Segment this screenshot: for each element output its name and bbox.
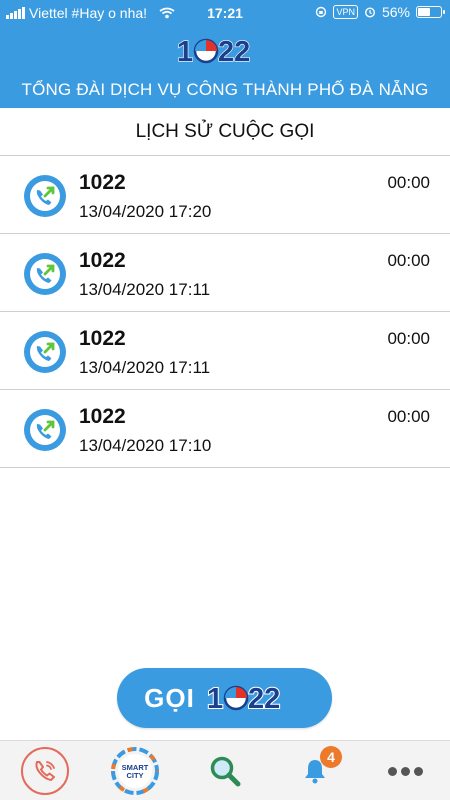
- call-history-item[interactable]: 1022 13/04/2020 17:11 00:00: [0, 312, 450, 390]
- call-timestamp: 13/04/2020 17:11: [79, 280, 211, 299]
- app-header: 1 22 TỔNG ĐÀI DỊCH VỤ CÔNG THÀNH PHỐ ĐÀ …: [0, 26, 450, 108]
- outgoing-call-icon: [24, 331, 66, 373]
- tab-more[interactable]: [375, 741, 435, 800]
- vpn-badge: VPN: [333, 5, 358, 19]
- header-title: TỔNG ĐÀI DỊCH VỤ CÔNG THÀNH PHỐ ĐÀ NẴNG: [21, 80, 429, 99]
- call-timestamp: 13/04/2020 17:20: [79, 202, 212, 221]
- notification-badge: 4: [320, 746, 342, 768]
- smart-city-icon: SMART CITY: [111, 747, 159, 795]
- call-number: 1022: [79, 249, 126, 272]
- call-number: 1022: [79, 327, 126, 350]
- alarm-icon: [364, 7, 375, 18]
- svg-text:22: 22: [218, 36, 250, 68]
- status-bar: Viettel #Hay o nha! 17:21 VPN 56%: [0, 0, 450, 26]
- status-right: VPN 56%: [315, 4, 445, 20]
- call-1022-button[interactable]: GỌI 1 22: [117, 668, 332, 728]
- call-duration: 00:00: [387, 173, 430, 192]
- call-number: 1022: [79, 171, 126, 194]
- call-button-logo: 1 22: [206, 682, 281, 715]
- page-title: LỊCH SỬ CUỘC GỌI: [0, 108, 450, 156]
- tab-notifications[interactable]: 4: [285, 741, 345, 800]
- call-timestamp: 13/04/2020 17:11: [79, 358, 211, 377]
- call-history-item[interactable]: 1022 13/04/2020 17:11 00:00: [0, 234, 450, 312]
- phone-icon: [35, 761, 55, 781]
- call-duration: 00:00: [387, 251, 430, 270]
- tab-phone[interactable]: [15, 741, 75, 800]
- call-history-list: 1022 13/04/2020 17:20 00:00 1022 13/04/2…: [0, 156, 450, 468]
- svg-text:1: 1: [177, 36, 193, 68]
- phone-tab-ring: [21, 747, 69, 795]
- call-duration: 00:00: [387, 329, 430, 348]
- outgoing-call-icon: [24, 175, 66, 217]
- bottom-tab-bar: SMART CITY 4: [0, 740, 450, 800]
- battery-icon: [416, 6, 445, 18]
- search-icon: [210, 756, 241, 787]
- call-number: 1022: [79, 405, 126, 428]
- rotation-lock-icon: [316, 6, 327, 18]
- logo-1022: 1 22: [0, 34, 450, 73]
- tab-search[interactable]: [195, 741, 255, 800]
- tab-smart-city[interactable]: SMART CITY: [105, 741, 165, 800]
- call-timestamp: 13/04/2020 17:10: [79, 436, 212, 455]
- logo-1022-mark: 1 22: [176, 35, 250, 68]
- battery-percent: 56%: [381, 4, 410, 20]
- more-icon: [387, 766, 423, 776]
- call-button-label: GỌI: [144, 682, 195, 713]
- call-history-item[interactable]: 1022 13/04/2020 17:20 00:00: [0, 156, 450, 234]
- svg-text:22: 22: [248, 683, 280, 715]
- call-history-item[interactable]: 1022 13/04/2020 17:10 00:00: [0, 390, 450, 468]
- outgoing-call-icon: [24, 409, 66, 451]
- outgoing-call-icon: [24, 253, 66, 295]
- svg-text:CITY: CITY: [126, 771, 143, 780]
- svg-text:1: 1: [207, 683, 223, 715]
- call-duration: 00:00: [387, 407, 430, 426]
